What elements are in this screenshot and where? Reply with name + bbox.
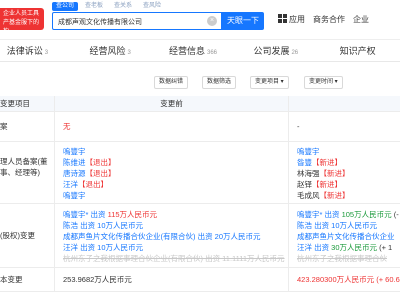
row-after: 423.280300万人民币元 (+ 60.6 [288, 268, 400, 291]
header-item: 变更项目 [0, 99, 30, 108]
search-button[interactable]: 天眼一下 [222, 12, 264, 30]
before-line[interactable]: 嗚豐宇 [63, 190, 288, 201]
clear-icon[interactable]: × [207, 16, 217, 26]
after-line[interactable]: 杭州东子之我根据事理合伙 [297, 253, 400, 264]
tab-company[interactable]: 查公司 [52, 2, 79, 11]
search-tabs: 查公司 查老板 查关系 查风险 [52, 2, 165, 12]
row-item: 案 [0, 122, 8, 131]
row-after: - [288, 112, 400, 141]
row-item: 本变更 [0, 275, 23, 284]
after-line[interactable]: 赵铎【新进】 [297, 179, 400, 190]
data-correction-label: 数据纠错 [159, 79, 184, 85]
row-before: 无 [54, 112, 288, 141]
change-time-label: 变更时间 [309, 79, 334, 85]
row-before: 253.9682万人民币元 [54, 268, 288, 291]
section-development-count: 26 [291, 50, 299, 56]
section-risk-count: 3 [127, 50, 131, 56]
section-risk[interactable]: 经营风险 3 [69, 40, 152, 61]
section-business-info-label: 经营信息 [168, 46, 205, 56]
section-legal[interactable]: 法律诉讼 3 [0, 40, 69, 61]
data-correction-button[interactable]: 数据纠错 [154, 76, 189, 89]
data-filter-label: 数据筛选 [207, 79, 232, 85]
before-line[interactable]: 汪洋 出资 10万人民币元 [63, 242, 288, 253]
before-line: 无 [63, 122, 71, 131]
header-before: 变更前 [54, 96, 288, 111]
before-line[interactable]: 汪洋【退出】 [63, 179, 288, 190]
top-bar: 企业人员工具 产基金服下的构 查公司 查老板 查关系 查风险 成都声观文化传播有… [0, 0, 400, 40]
section-ip-label: 知识产权 [339, 46, 376, 56]
after-line[interactable]: 林海强【新进】 [297, 168, 400, 179]
before-line[interactable]: 成都声鱼片文化传播合伙企业(有限合伙) 出资 20万人民币元 [63, 231, 288, 242]
header-after [288, 96, 400, 111]
after-line[interactable]: 嗚豐宇* 出资 105万人民币元 (- [297, 209, 400, 220]
before-line[interactable]: 陈维进【退出】 [63, 157, 288, 168]
search-value: 成都声观文化传播有限公司 [58, 19, 142, 26]
after-line: - [297, 122, 300, 131]
top-nav: 应用 商务合作 企业 [278, 14, 369, 25]
logo-line-1: 企业人员工具 [3, 11, 40, 17]
change-time-select[interactable]: 变更时间 ▾ [304, 76, 343, 89]
before-line[interactable]: 嗚豐宇* 出资 115万人民币元 [63, 209, 288, 220]
section-ip[interactable]: 知识产权 [317, 40, 400, 61]
section-development-label: 公司发展 [253, 46, 290, 56]
tab-risk[interactable]: 查风险 [139, 2, 165, 11]
change-type-select[interactable]: 变更项目 ▾ [250, 76, 289, 89]
before-line[interactable]: 嗚豐宇 [63, 146, 288, 157]
logo-line-2: 产基金服下的构 [3, 20, 40, 35]
nav-apps[interactable]: 应用 [278, 14, 305, 25]
after-line[interactable]: 陈浩 出资 10万人民币元 [297, 220, 400, 231]
after-line[interactable]: 嗚豐宇 [297, 146, 400, 157]
table-row: 案 无 - [0, 112, 400, 142]
after-line[interactable]: 汪洋 出资 30万人民币元 (+ 1 [297, 242, 400, 253]
row-after: 嗚豐宇 昝豐【新进】 林海强【新进】 赵铎【新进】 毛成风【新进】 [288, 142, 400, 203]
section-legal-count: 3 [44, 50, 49, 56]
section-nav: 法律诉讼 3 经营风险 3 经营信息 366 公司发展 26 知识产权 [0, 40, 400, 62]
after-line[interactable]: 成都声鱼片文化传播合伙企业 [297, 231, 400, 242]
section-legal-label: 法律诉讼 [6, 46, 43, 56]
row-before: 嗚豐宇* 出资 115万人民币元 陈浩 出资 10万人民币元 成都声鱼片文化传播… [54, 204, 288, 267]
row-after: 嗚豐宇* 出资 105万人民币元 (- 陈浩 出资 10万人民币元 成都声鱼片文… [288, 204, 400, 267]
table-toolbar: 数据纠错 数据筛选 变更项目 ▾ 变更时间 ▾ [0, 72, 400, 90]
change-type-label: 变更项目 [255, 79, 280, 85]
search-input[interactable]: 成都声观文化传播有限公司 × [52, 12, 222, 30]
site-logo[interactable]: 企业人员工具 产基金服下的构 [0, 8, 44, 35]
after-line[interactable]: 昝豐【新进】 [297, 157, 400, 168]
data-filter-button[interactable]: 数据筛选 [202, 76, 237, 89]
apps-grid-icon [278, 14, 287, 23]
before-line: 253.9682万人民币元 [63, 275, 132, 284]
section-development[interactable]: 公司发展 26 [234, 40, 317, 61]
nav-enterprise[interactable]: 企业 [353, 14, 369, 25]
section-risk-label: 经营风险 [89, 46, 126, 56]
tab-relation[interactable]: 查关系 [110, 2, 136, 11]
nav-apps-label: 应用 [289, 15, 305, 24]
table-row: 理人员备案(董事、经理等) 嗚豐宇 陈维进【退出】 唐诗源【退出】 汪洋【退出】… [0, 142, 400, 204]
before-line[interactable]: 唐诗源【退出】 [63, 168, 288, 179]
before-line[interactable]: 陈浩 出资 10万人民币元 [63, 220, 288, 231]
row-item: 理人员备案(董事、经理等) [0, 157, 48, 177]
table-row: 本变更 253.9682万人民币元 423.280300万人民币元 (+ 60.… [0, 268, 400, 292]
table-row: (股权)变更 嗚豐宇* 出资 115万人民币元 陈浩 出资 10万人民币元 成都… [0, 204, 400, 268]
table-header: 变更项目 变更前 [0, 96, 400, 112]
section-business-info-count: 366 [206, 50, 217, 56]
section-business-info[interactable]: 经营信息 366 [152, 40, 235, 61]
after-line[interactable]: 毛成风【新进】 [297, 190, 400, 201]
tab-boss[interactable]: 查老板 [81, 2, 107, 11]
after-line: 423.280300万人民币元 (+ 60.6 [297, 275, 400, 284]
row-before: 嗚豐宇 陈维进【退出】 唐诗源【退出】 汪洋【退出】 嗚豐宇 [54, 142, 288, 203]
before-line[interactable]: 杭州东子之我根据事理合伙企业(有限合伙) 出资 11.1111万人民币元 [63, 253, 288, 264]
nav-business[interactable]: 商务合作 [313, 14, 345, 25]
row-item: (股权)变更 [0, 231, 35, 240]
